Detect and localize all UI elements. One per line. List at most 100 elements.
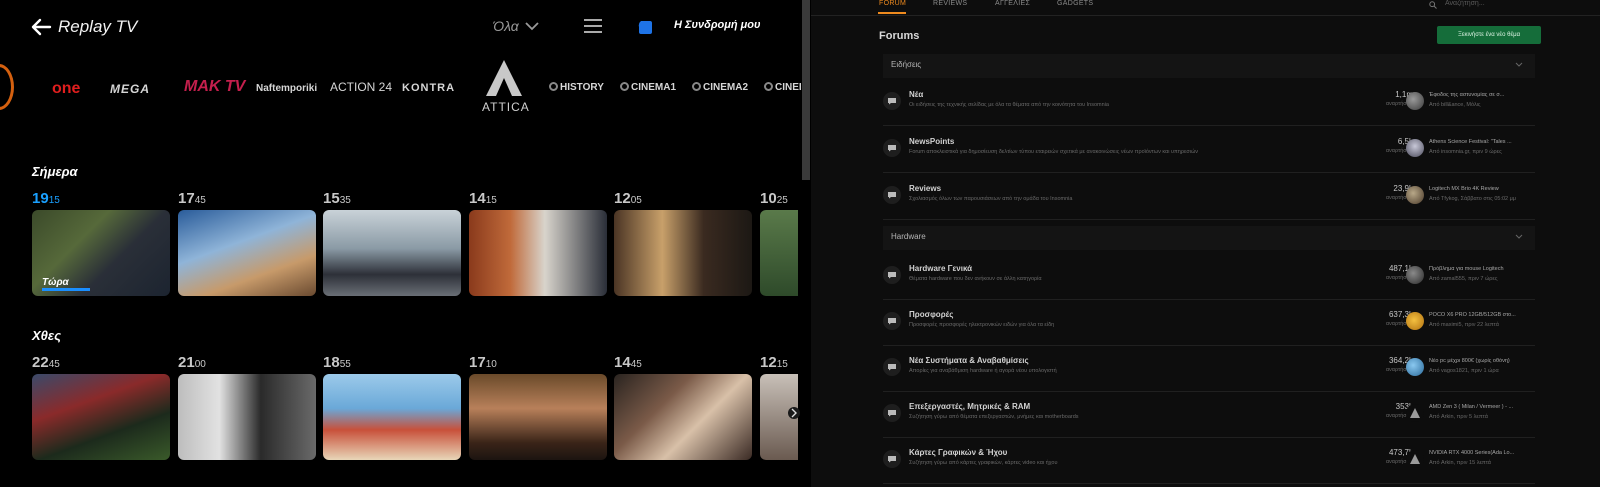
program-thumbnail[interactable] [614,374,752,460]
forum-row[interactable]: Νέα Οι ειδήσεις της τεχνικής σελίδας με … [883,80,1535,126]
chevron-down-icon[interactable] [524,20,540,32]
forum-description: Forum αποκλειστικά για δημοσίευση δελτίω… [909,149,1199,155]
program-thumbnail[interactable] [469,210,607,296]
back-arrow-icon[interactable] [30,16,52,38]
program-thumbnail[interactable] [469,374,607,460]
channel-logo-cinema1[interactable]: CINEMA1 [620,82,676,93]
forum-description: Συζήτηση γύρω από κάρτες γραφικών, κάρτε… [909,460,1058,466]
channel-logo-kontra[interactable]: KONTRA [402,82,455,94]
channel-logo-mega[interactable]: MEGA [110,82,150,96]
chat-bubble-icon [883,139,901,157]
filter-dropdown[interactable]: Όλα [493,18,519,34]
forum-row[interactable]: Προσφορές Προσφορές προσφορές ηλεκτρονικ… [883,300,1535,346]
forum-title[interactable]: Κάρτες Γραφικών & Ήχου [909,448,1007,457]
program-thumbnail[interactable] [323,210,461,296]
last-post-title[interactable]: NVIDIA RTX 4000 Series(Ada Lo... [1429,450,1537,456]
channel-logo-mak[interactable]: MAK TV [184,78,245,96]
scrollbar[interactable] [802,0,810,180]
program-thumbnail[interactable] [323,374,461,460]
forum-title[interactable]: Reviews [909,184,941,193]
search-input[interactable]: Αναζήτηση... [1445,0,1485,7]
forum-row[interactable]: Νέα Συστήματα & Αναβαθμίσεις Απορίες για… [883,346,1535,392]
last-post-title[interactable]: Athens Science Festival: "Tales ... [1429,139,1537,145]
channel-logo-action24[interactable]: ACTION 24 [330,80,392,94]
forum-title[interactable]: Επεξεργαστές, Μητρικές & RAM [909,402,1030,411]
channel-logo-history[interactable]: HISTORY [549,82,604,93]
forum-description: Απορίες για αναβάθμιση hardware ή αγορά … [909,368,1057,374]
section-header-news[interactable]: Ειδήσεις [883,54,1535,78]
program-time: 1535 [323,190,351,207]
tab-classifieds[interactable]: ΑΓΓΕΛΙΕΣ [995,0,1030,7]
program-time: 1215 [760,354,788,371]
forum-row[interactable]: Κάρτες Γραφικών & Ήχου Συζήτηση γύρω από… [883,438,1535,484]
menu-icon[interactable] [584,19,602,33]
channel-logo-one[interactable]: one [52,80,80,98]
forum-title[interactable]: Νέα [909,90,923,99]
forum-title[interactable]: NewsPoints [909,137,954,146]
new-topic-button[interactable]: Ξεκινήστε ένα νέο θέμα [1437,26,1541,44]
section-label: Hardware [891,232,926,241]
last-post-title[interactable]: Έφοδος της αστυνομίας σε σ... [1429,92,1537,98]
forum-nav-tabs: FORUM REVIEWS ΑΓΓΕΛΙΕΣ GADGETS Αναζήτηση… [811,0,1600,14]
post-count: 487,1k [1388,264,1413,273]
avatar[interactable] [1406,139,1424,157]
chevron-down-icon[interactable] [1515,234,1523,240]
post-count: 473,7k [1388,448,1413,457]
forum-row[interactable]: Επεξεργαστές, Μητρικές & RAM Συζήτηση γύ… [883,392,1535,438]
tab-gadgets[interactable]: GADGETS [1057,0,1093,7]
page-title: Forums [879,30,920,42]
avatar[interactable] [1406,404,1424,422]
subscription-link[interactable]: Η Συνδρομή μου [674,19,760,31]
channel-logo-cinema3[interactable]: CINEI [764,82,802,93]
avatar[interactable] [1406,358,1424,376]
forum-row[interactable]: NewsPoints Forum αποκλειστικά για δημοσί… [883,127,1535,173]
channel-logo-attica[interactable]: ATTICA [480,58,529,116]
last-post-title[interactable]: POCO X6 PRO 12GB/512GB στο... [1429,312,1537,318]
tab-reviews[interactable]: REVIEWS [933,0,967,7]
last-post-title[interactable]: AMD Zen 3 ( Milan / Vermeer ) - ... [1429,404,1537,410]
section-today: Σήμερα [32,164,78,179]
channel-logo-partial[interactable] [0,64,14,110]
avatar[interactable] [1406,312,1424,330]
avatar[interactable] [1406,266,1424,284]
program-thumbnail[interactable] [760,210,798,296]
section-header-hardware[interactable]: Hardware [883,226,1535,250]
program-thumbnail[interactable] [614,210,752,296]
channel-logo-naftemporiki[interactable]: Naftemporiki [256,83,317,94]
chat-bubble-icon [883,92,901,110]
channel-logo-cinema2[interactable]: CINEMA2 [692,82,748,93]
avatar[interactable] [1406,450,1424,468]
program-thumbnail[interactable] [178,374,316,460]
avatar[interactable] [1406,186,1424,204]
chat-bubble-icon [883,186,901,204]
chevron-right-icon[interactable] [788,406,800,420]
last-post-title[interactable]: Logitech MX Brio 4K Review [1429,186,1537,192]
forum-row[interactable]: Reviews Σχολιασμός όλων των παρουσιάσεων… [883,174,1535,220]
last-post-title[interactable]: Πρόβλημα για mouse Logitech [1429,266,1537,272]
avatar[interactable] [1406,92,1424,110]
program-thumbnail[interactable] [178,210,316,296]
cinema2-label: CINEMA2 [703,82,749,93]
post-count-label: αναρτήσεις [1385,459,1413,465]
chevron-down-icon[interactable] [1515,62,1523,68]
search-icon[interactable] [1429,1,1437,9]
forum-title[interactable]: Hardware Γενικά [909,264,972,273]
forum-row[interactable]: Hardware Γενικά Θέματα hardware που δεν … [883,254,1535,300]
tab-forum[interactable]: FORUM [879,0,906,7]
forum-description: Οι ειδήσεις της τεχνικής σελίδας με όλα … [909,102,1109,108]
program-time: 2245 [32,354,60,371]
program-time: 1915 [32,190,60,207]
subscription-icon[interactable] [638,20,653,35]
last-post-meta: Από Arkin, πριν 5 λεπτά [1429,414,1488,420]
program-thumbnail[interactable] [32,374,170,460]
forum-title[interactable]: Νέα Συστήματα & Αναβαθμίσεις [909,356,1029,365]
post-count-label: αναρτήσεις [1385,413,1413,419]
forum-description: Σχολιασμός όλων των παρουσιάσεων από την… [909,196,1073,202]
forum-title[interactable]: Προσφορές [909,310,953,319]
program-time: 1745 [178,190,206,207]
post-count-label: αναρτήσεις [1385,148,1413,154]
last-post-title[interactable]: Νέο pc μέχρι 800€ (χωρίς οθόνη) [1429,358,1537,364]
now-label: Τώρα [42,277,69,288]
split-screen: Replay TV Όλα Η Συνδρομή μου one MEGA MA… [0,0,1600,487]
channel-dot-icon [620,82,629,91]
